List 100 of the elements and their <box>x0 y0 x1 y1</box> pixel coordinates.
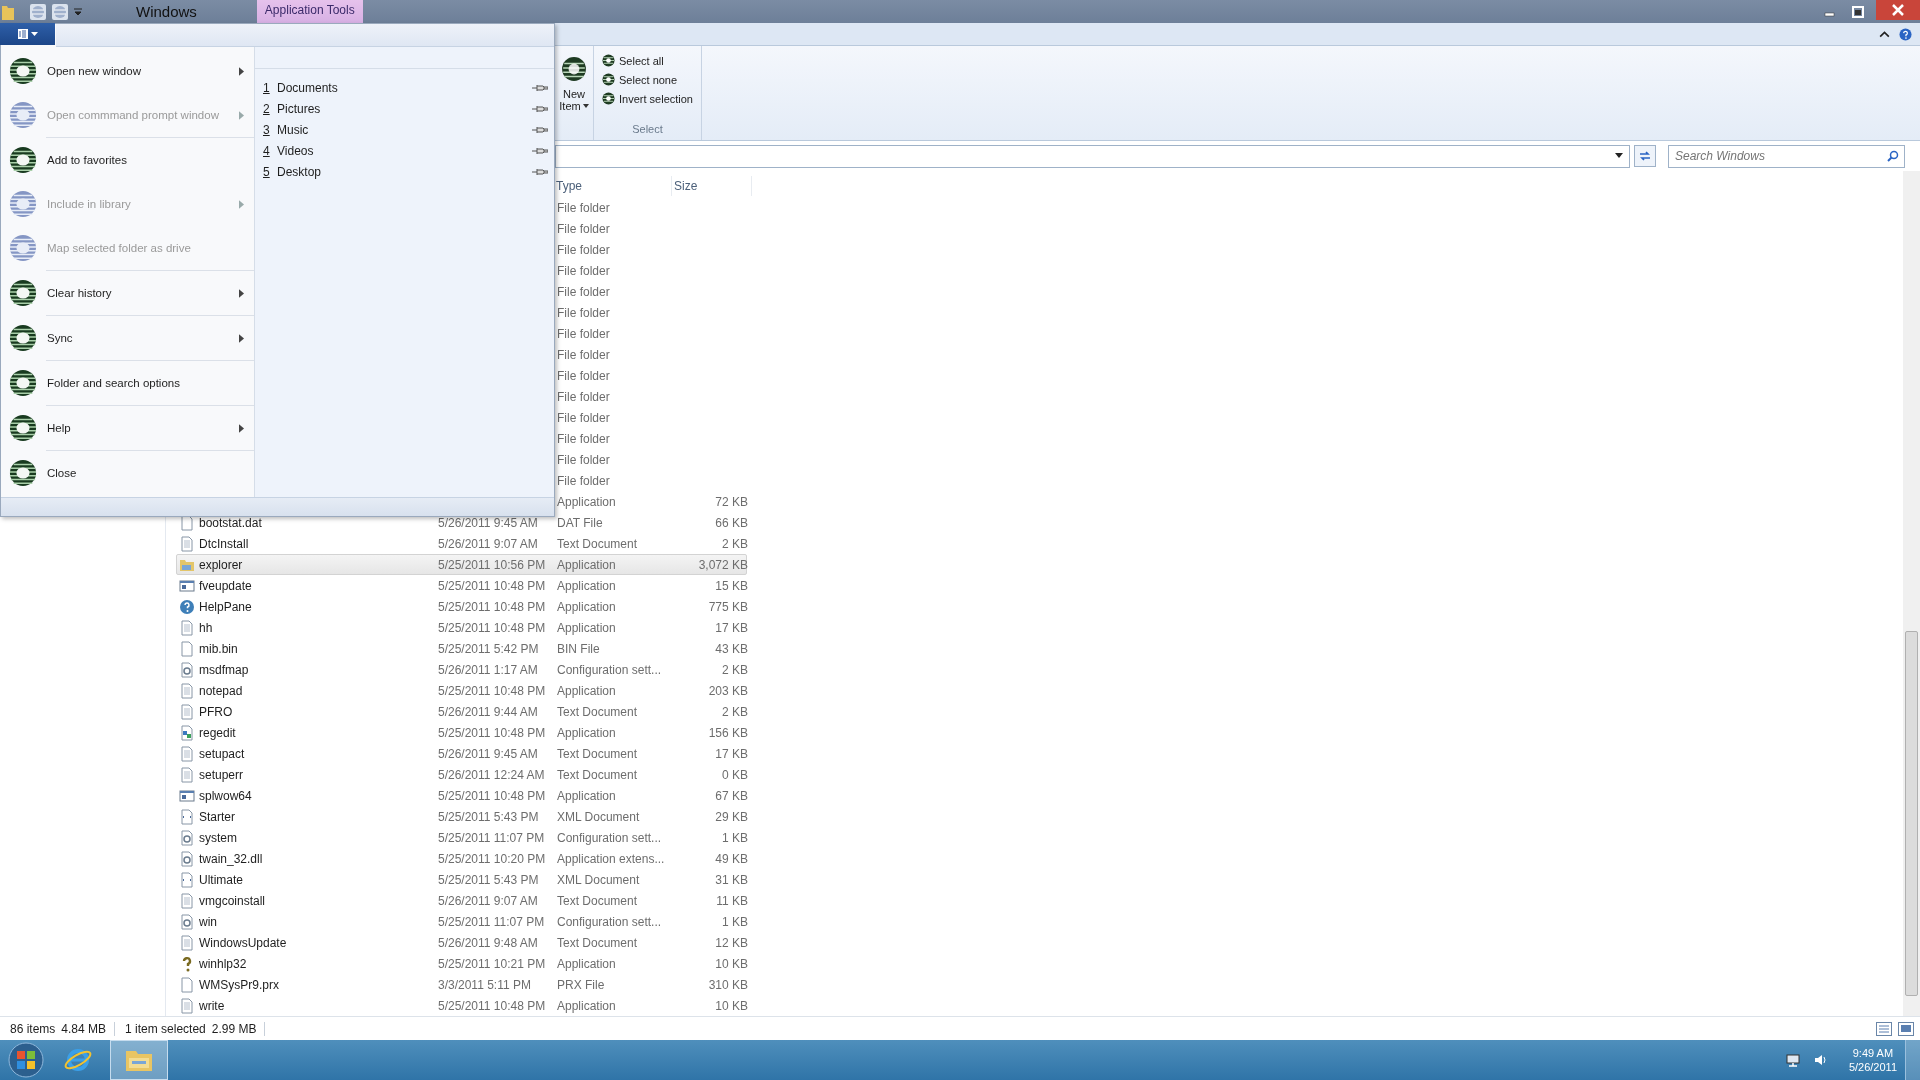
file-name: mib.bin <box>199 641 239 656</box>
file-row[interactable]: PFRO 5/26/2011 9:44 AM Text Document 2 KB <box>176 701 747 722</box>
size-cell-text: 66 KB <box>714 515 748 530</box>
type-cell-text: Text Document <box>557 536 639 551</box>
date-cell-text: 5/25/2011 10:48 PM <box>438 578 547 593</box>
size-cell-text: 3,072 KB <box>697 557 748 572</box>
column-header[interactable]: Size <box>672 176 752 196</box>
size-cell-text: 1 KB <box>721 830 748 845</box>
size-cell-text: 49 KB <box>714 851 748 866</box>
type-cell-text: Application <box>557 683 617 698</box>
type-cell-text: PRX File <box>557 977 606 992</box>
ribbon-command[interactable]: Invert selection <box>602 92 693 105</box>
ribbon-command[interactable]: Select all <box>602 54 693 67</box>
type-cell-text: DAT File <box>557 515 604 530</box>
menu-item[interactable]: Clear history <box>1 271 254 315</box>
file-row[interactable]: WindowsUpdate 5/26/2011 9:48 AM Text Document 12 KB <box>176 932 747 953</box>
file-name: win <box>199 914 218 929</box>
type-cell-text: Text Document <box>557 893 639 908</box>
type-cell-text: File folder <box>557 200 611 215</box>
file-name: hh <box>199 620 214 635</box>
menu-item[interactable]: Close <box>1 451 254 495</box>
type-cell-text: File folder <box>557 431 611 446</box>
file-row[interactable]: system 5/25/2011 11:07 PM Configuration sett... 1 KB <box>176 827 747 848</box>
size-cell-text: 43 KB <box>714 641 748 656</box>
type-cell-text: Application <box>557 557 617 572</box>
file-row[interactable]: WMSysPr9.prx 3/3/2011 5:11 PM PRX File 310 KB <box>176 974 747 995</box>
file-row[interactable]: mib.bin 5/25/2011 5:42 PM BIN File 43 KB <box>176 638 747 659</box>
file-name: splwow64 <box>199 788 253 803</box>
recent-place[interactable]: 1 Documents <box>255 77 554 98</box>
size-cell-text: 1 KB <box>721 914 748 929</box>
type-cell-text: File folder <box>557 347 611 362</box>
type-cell-text: Application <box>557 494 617 509</box>
date-cell-text: 5/25/2011 10:48 PM <box>438 998 547 1013</box>
file-row[interactable]: explorer 5/25/2011 10:56 PM Application 3,072 KB <box>176 554 747 575</box>
file-name: PFRO <box>199 704 234 719</box>
file-row[interactable]: vmgcoinstall 5/26/2011 9:07 AM Text Document 11 KB <box>176 890 747 911</box>
file-row[interactable]: DtcInstall 5/26/2011 9:07 AM Text Document 2 KB <box>176 533 747 554</box>
file-name: WMSysPr9.prx <box>199 977 280 992</box>
file-name: write <box>199 998 226 1013</box>
window-title: Windows <box>136 3 197 20</box>
clock[interactable]: 9:49 AM 5/26/2011 <box>1848 1046 1897 1074</box>
menu-item[interactable]: Sync <box>1 316 254 360</box>
menu-item[interactable]: Add to favorites <box>1 138 254 182</box>
type-cell-text: Application <box>557 599 617 614</box>
date-cell-text: 5/25/2011 10:20 PM <box>438 851 547 866</box>
date-cell-text: 5/26/2011 9:48 AM <box>438 935 539 950</box>
file-row[interactable]: setuperr 5/26/2011 12:24 AM Text Document 0 KB <box>176 764 747 785</box>
recent-place[interactable]: 3 Music <box>255 119 554 140</box>
file-row[interactable]: notepad 5/25/2011 10:48 PM Application 203 KB <box>176 680 747 701</box>
menu-item[interactable]: Folder and search options <box>1 361 254 405</box>
type-cell-text: BIN File <box>557 641 601 656</box>
recent-place[interactable]: 4 Videos <box>255 140 554 161</box>
file-row[interactable]: write 5/25/2011 10:48 PM Application 10 KB <box>176 995 747 1016</box>
size-cell-text: 31 KB <box>714 872 748 887</box>
type-cell-text: Text Document <box>557 767 639 782</box>
search-field[interactable]: Search Windows <box>1669 148 1887 164</box>
date-cell-text: 5/25/2011 10:48 PM <box>438 788 547 803</box>
file-row[interactable]: Ultimate 5/25/2011 5:43 PM XML Document 31 KB <box>176 869 747 890</box>
recent-place[interactable]: 5 Desktop <box>255 161 554 182</box>
type-cell-text: File folder <box>557 473 611 488</box>
ribbon-command[interactable]: Select none <box>602 73 693 86</box>
type-cell-text: File folder <box>557 452 611 467</box>
type-cell-text: XML Document <box>557 809 641 824</box>
size-cell-text: 17 KB <box>714 746 748 761</box>
type-cell-text: File folder <box>557 284 611 299</box>
file-row[interactable]: win 5/25/2011 11:07 PM Configuration sett... 1 KB <box>176 911 747 932</box>
file-row[interactable]: winhlp32 5/25/2011 10:21 PM Application 10 KB <box>176 953 747 974</box>
type-cell-text: Application extens... <box>557 851 666 866</box>
file-row[interactable]: setupact 5/26/2011 9:45 AM Text Document 17 KB <box>176 743 747 764</box>
size-cell-text: 17 KB <box>714 620 748 635</box>
date-cell-text: 5/25/2011 10:48 PM <box>438 683 547 698</box>
search-box[interactable]: Search Windows <box>1668 144 1905 168</box>
date-cell-text: 5/26/2011 12:24 AM <box>438 767 546 782</box>
menu-item[interactable]: Help <box>1 406 254 450</box>
recent-place[interactable]: 2 Pictures <box>255 98 554 119</box>
file-row[interactable]: HelpPane 5/25/2011 10:48 PM Application 775 KB <box>176 596 747 617</box>
date-cell-text: 5/25/2011 10:56 PM <box>438 557 547 572</box>
file-row[interactable]: twain_32.dll 5/25/2011 10:20 PM Application extens... 49 KB <box>176 848 747 869</box>
file-name: notepad <box>199 683 244 698</box>
date-cell-text: 3/3/2011 5:11 PM <box>438 977 532 992</box>
file-row[interactable]: splwow64 5/25/2011 10:48 PM Application 67 KB <box>176 785 747 806</box>
status-text: 1 item selected <box>125 1021 206 1036</box>
context-tab[interactable]: Application Tools <box>256 0 363 23</box>
date-cell-text: 5/25/2011 10:21 PM <box>438 956 547 971</box>
file-row[interactable]: hh 5/25/2011 10:48 PM Application 17 KB <box>176 617 747 638</box>
type-cell-text: Configuration sett... <box>557 830 663 845</box>
type-cell-text: File folder <box>557 305 611 320</box>
type-cell-text: Application <box>557 578 617 593</box>
menu-item[interactable]: Open new window <box>1 49 254 93</box>
file-row[interactable]: regedit 5/25/2011 10:48 PM Application 156 KB <box>176 722 747 743</box>
file-row[interactable]: Starter 5/25/2011 5:43 PM XML Document 29 KB <box>176 806 747 827</box>
file-row[interactable]: fveupdate 5/25/2011 10:48 PM Application 15 KB <box>176 575 747 596</box>
file-row[interactable]: bootstat.dat 5/26/2011 9:45 AM DAT File 66 KB <box>176 512 747 533</box>
file-name: bootstat.dat <box>199 515 263 530</box>
type-cell-text: Application <box>557 956 617 971</box>
file-name: vmgcoinstall <box>199 893 267 908</box>
file-row[interactable]: msdfmap 5/26/2011 1:17 AM Configuration sett... 2 KB <box>176 659 747 680</box>
file-name: fveupdate <box>199 578 253 593</box>
file-name: Ultimate <box>199 872 244 887</box>
size-cell-text: 15 KB <box>714 578 748 593</box>
